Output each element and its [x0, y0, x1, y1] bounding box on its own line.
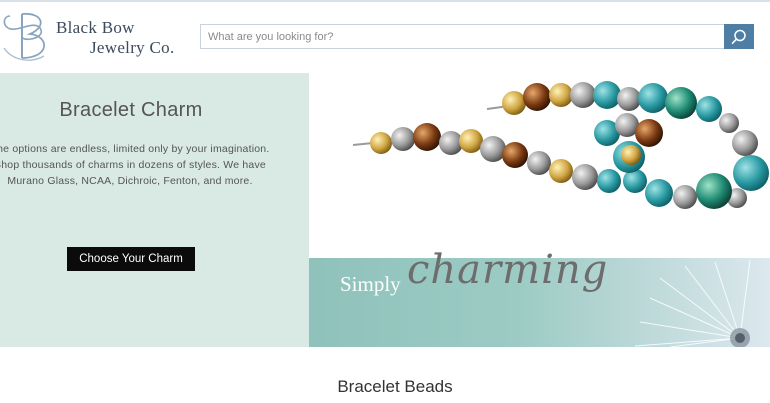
logo-monogram-icon [3, 13, 45, 61]
choose-charm-button[interactable]: Choose Your Charm [67, 247, 195, 271]
page: Black Bow Jewelry Co. Bracelet Charm The… [0, 0, 770, 403]
site-logo[interactable]: Black Bow Jewelry Co. [0, 8, 190, 64]
hero-image[interactable]: Simply charming [309, 73, 770, 347]
hero-title: Bracelet Charm [59, 99, 203, 121]
bracelet-charms-image [352, 81, 769, 209]
hero-description: The options are endless, limited only by… [0, 143, 270, 187]
search-icon [731, 29, 746, 44]
tagline-charming: charming [407, 247, 609, 293]
tagline-simply: Simply [340, 272, 401, 296]
dandelion-image [634, 259, 751, 347]
logo-text-line1: Black Bow [56, 18, 135, 37]
hero-promo-panel: Bracelet Charm The options are endless, … [0, 73, 309, 347]
search-input[interactable] [201, 25, 725, 48]
section-title-bracelet-beads: Bracelet Beads [337, 377, 453, 396]
search-bar [200, 24, 754, 49]
search-button[interactable] [724, 24, 754, 49]
logo-text-line2: Jewelry Co. [90, 38, 175, 57]
top-border [0, 0, 770, 2]
